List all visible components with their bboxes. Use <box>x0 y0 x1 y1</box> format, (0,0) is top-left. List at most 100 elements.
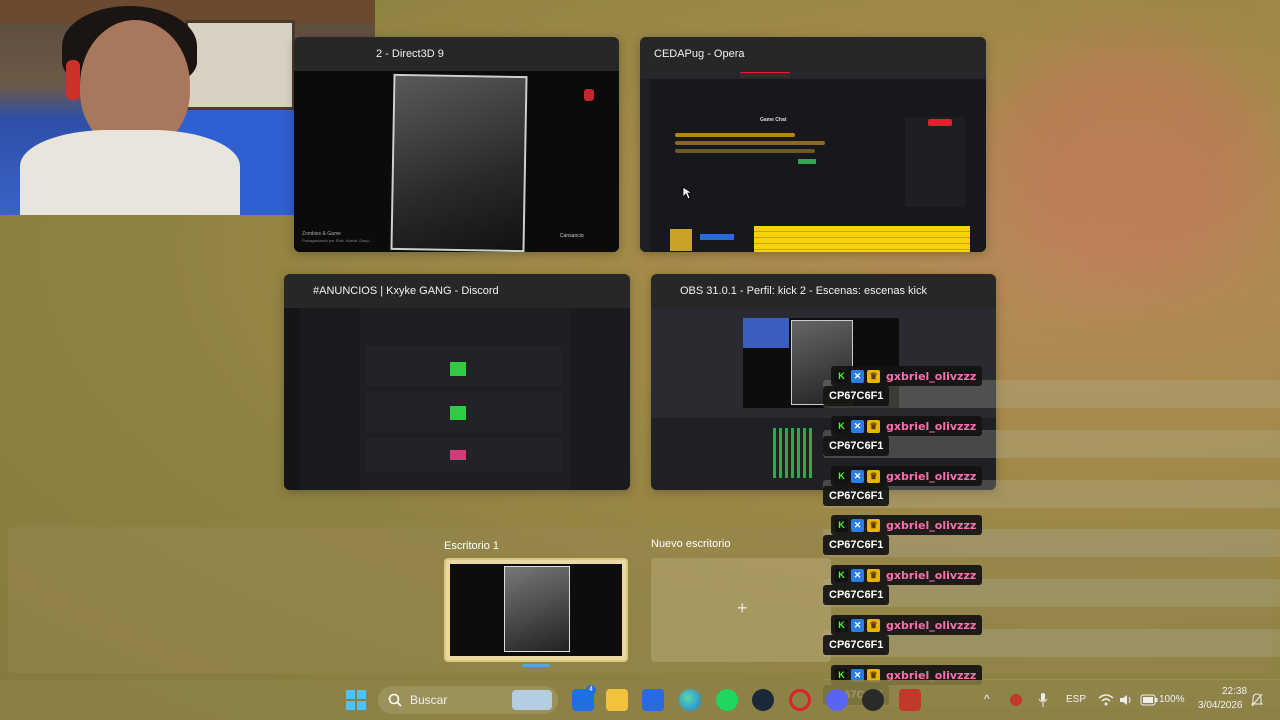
subscriber-badge-icon: ✕ <box>851 568 864 582</box>
notifications-icon[interactable] <box>1251 693 1263 707</box>
chevron-up-icon[interactable]: ^ <box>984 692 990 706</box>
notification-badge: 4 <box>586 685 596 695</box>
new-desktop-label: Nuevo escritorio <box>651 538 731 550</box>
browser-tabbar <box>640 71 986 79</box>
chat-user-box: K ✕ ♛ gxbriel_olivzzz <box>831 615 983 635</box>
emoji-image <box>450 362 466 376</box>
tray-app-icon[interactable] <box>1010 694 1022 706</box>
chat-username: gxbriel_olivzzz <box>886 618 977 632</box>
crown-badge-icon: ♛ <box>867 369 880 383</box>
window-discord[interactable]: #ANUNCIOS | Kxyke GANG - Discord <box>284 274 630 490</box>
browser-tab <box>740 72 790 78</box>
chat-user-box: K ✕ ♛ gxbriel_olivzzz <box>831 416 983 436</box>
queue-list <box>754 226 970 252</box>
chat-message: K✕♛ gxbriel_olivzzz CP67C6F1 <box>823 466 1280 518</box>
subscriber-badge-icon: ✕ <box>851 369 864 383</box>
windows-start-icon[interactable] <box>345 689 367 711</box>
search-icon <box>388 693 402 707</box>
crown-badge-icon: ♛ <box>867 518 880 532</box>
chat-user-box: K ✕ ♛ gxbriel_olivzzz <box>831 515 983 535</box>
obs-webcam-source <box>743 318 789 348</box>
window-preview <box>284 308 630 490</box>
spotify-icon[interactable] <box>716 689 738 711</box>
crown-badge-icon: ♛ <box>867 618 880 632</box>
window-title: OBS 31.0.1 - Perfil: kick 2 - Escenas: e… <box>651 274 996 308</box>
audio-mixer <box>773 428 813 478</box>
member-list <box>570 308 630 490</box>
kick-badge-icon: K <box>835 568 848 582</box>
store-icon[interactable] <box>642 689 664 711</box>
chat-text: CP67C6F1 <box>823 535 890 555</box>
battery-icon[interactable] <box>1140 694 1158 706</box>
window-direct3d[interactable]: 2 - Direct3D 9 Zombies & Game Protagoniz… <box>294 37 619 252</box>
join-button <box>700 234 734 240</box>
chat-username: gxbriel_olivzzz <box>886 518 977 532</box>
plus-icon: + <box>737 598 748 618</box>
desktop-1-label: Escritorio 1 <box>444 540 500 552</box>
app-icon[interactable] <box>899 689 921 711</box>
clock-time[interactable]: 22:38 <box>1222 686 1247 697</box>
window-title: CEDAPug - Opera <box>640 37 986 71</box>
subscriber-badge-icon: ✕ <box>851 469 864 483</box>
edge-icon[interactable] <box>679 689 701 711</box>
chat-user-box: K ✕ ♛ gxbriel_olivzzz <box>831 366 983 386</box>
clock-date[interactable]: 3/04/2026 <box>1198 700 1243 711</box>
browser-sidebar <box>640 79 650 252</box>
desktop-1-thumbnail[interactable] <box>444 558 628 662</box>
subscriber-badge-icon: ✕ <box>851 419 864 433</box>
subscriber-badge-icon: ✕ <box>851 618 864 632</box>
kick-badge-icon: K <box>835 469 848 483</box>
language-indicator[interactable]: ESP <box>1066 694 1086 705</box>
rank-icon <box>670 229 692 251</box>
game-status: Cansancio <box>560 233 584 239</box>
kick-badge-icon: K <box>835 369 848 383</box>
taskbar-search[interactable]: Buscar <box>378 686 558 714</box>
battery-level: 100% <box>1159 694 1185 705</box>
leave-button <box>928 119 952 126</box>
desktop-1-window <box>504 566 570 652</box>
chat-message: K✕♛ gxbriel_olivzzz CP67C6F1 <box>823 615 1280 667</box>
emoji-image <box>450 450 466 460</box>
wifi-icon[interactable] <box>1098 693 1114 707</box>
mouse-cursor-icon <box>682 186 692 200</box>
opera-icon[interactable] <box>789 689 811 711</box>
background-glow <box>1000 40 1260 280</box>
chat-text: CP67C6F1 <box>823 486 890 506</box>
chat-username: gxbriel_olivzzz <box>886 419 977 433</box>
game-caption: Zombies & Game <box>302 231 341 237</box>
microphone-icon[interactable] <box>1038 692 1048 708</box>
chat-message: K✕♛ gxbriel_olivzzz CP67C6F1 <box>823 565 1280 617</box>
window-title: 2 - Direct3D 9 <box>294 37 619 71</box>
chat-send-button <box>798 159 816 164</box>
chat-username: gxbriel_olivzzz <box>886 469 977 483</box>
emoji-image <box>450 406 466 420</box>
subscriber-badge-icon: ✕ <box>851 518 864 532</box>
server-list <box>284 308 300 490</box>
window-opera[interactable]: CEDAPug - Opera Game Chat <box>640 37 986 252</box>
taskbar: Buscar 4 ^ ESP 100% 22:38 3/04/2026 <box>0 680 1280 720</box>
chat-text: CP67C6F1 <box>823 585 890 605</box>
crown-badge-icon: ♛ <box>867 419 880 433</box>
search-highlight-image <box>512 690 552 710</box>
chat-message: K✕♛ gxbriel_olivzzz CP67C6F1 <box>823 515 1280 567</box>
search-label: Buscar <box>410 693 448 707</box>
chat-text: CP67C6F1 <box>823 635 890 655</box>
game-caption-sub: Protagonizado por Rick, Noelia, Daryl... <box>302 238 373 243</box>
chat-message: K✕♛ gxbriel_olivzzz CP67C6F1 <box>823 416 1280 468</box>
window-title: #ANUNCIOS | Kxyke GANG - Discord <box>284 274 630 308</box>
player-list <box>905 117 965 207</box>
discord-icon[interactable] <box>826 689 848 711</box>
game-hud-icon <box>584 89 594 101</box>
obs-icon[interactable] <box>862 689 884 711</box>
game-chat-title: Game Chat <box>760 117 787 123</box>
chat-username: gxbriel_olivzzz <box>886 568 977 582</box>
chat-text: CP67C6F1 <box>823 386 890 406</box>
file-explorer-icon[interactable] <box>606 689 628 711</box>
crown-badge-icon: ♛ <box>867 568 880 582</box>
volume-icon[interactable] <box>1118 693 1134 707</box>
chat-user-box: K ✕ ♛ gxbriel_olivzzz <box>831 466 983 486</box>
chat-username: gxbriel_olivzzz <box>886 369 977 383</box>
steam-icon[interactable] <box>752 689 774 711</box>
chat-user-box: K ✕ ♛ gxbriel_olivzzz <box>831 565 983 585</box>
kick-badge-icon: K <box>835 419 848 433</box>
